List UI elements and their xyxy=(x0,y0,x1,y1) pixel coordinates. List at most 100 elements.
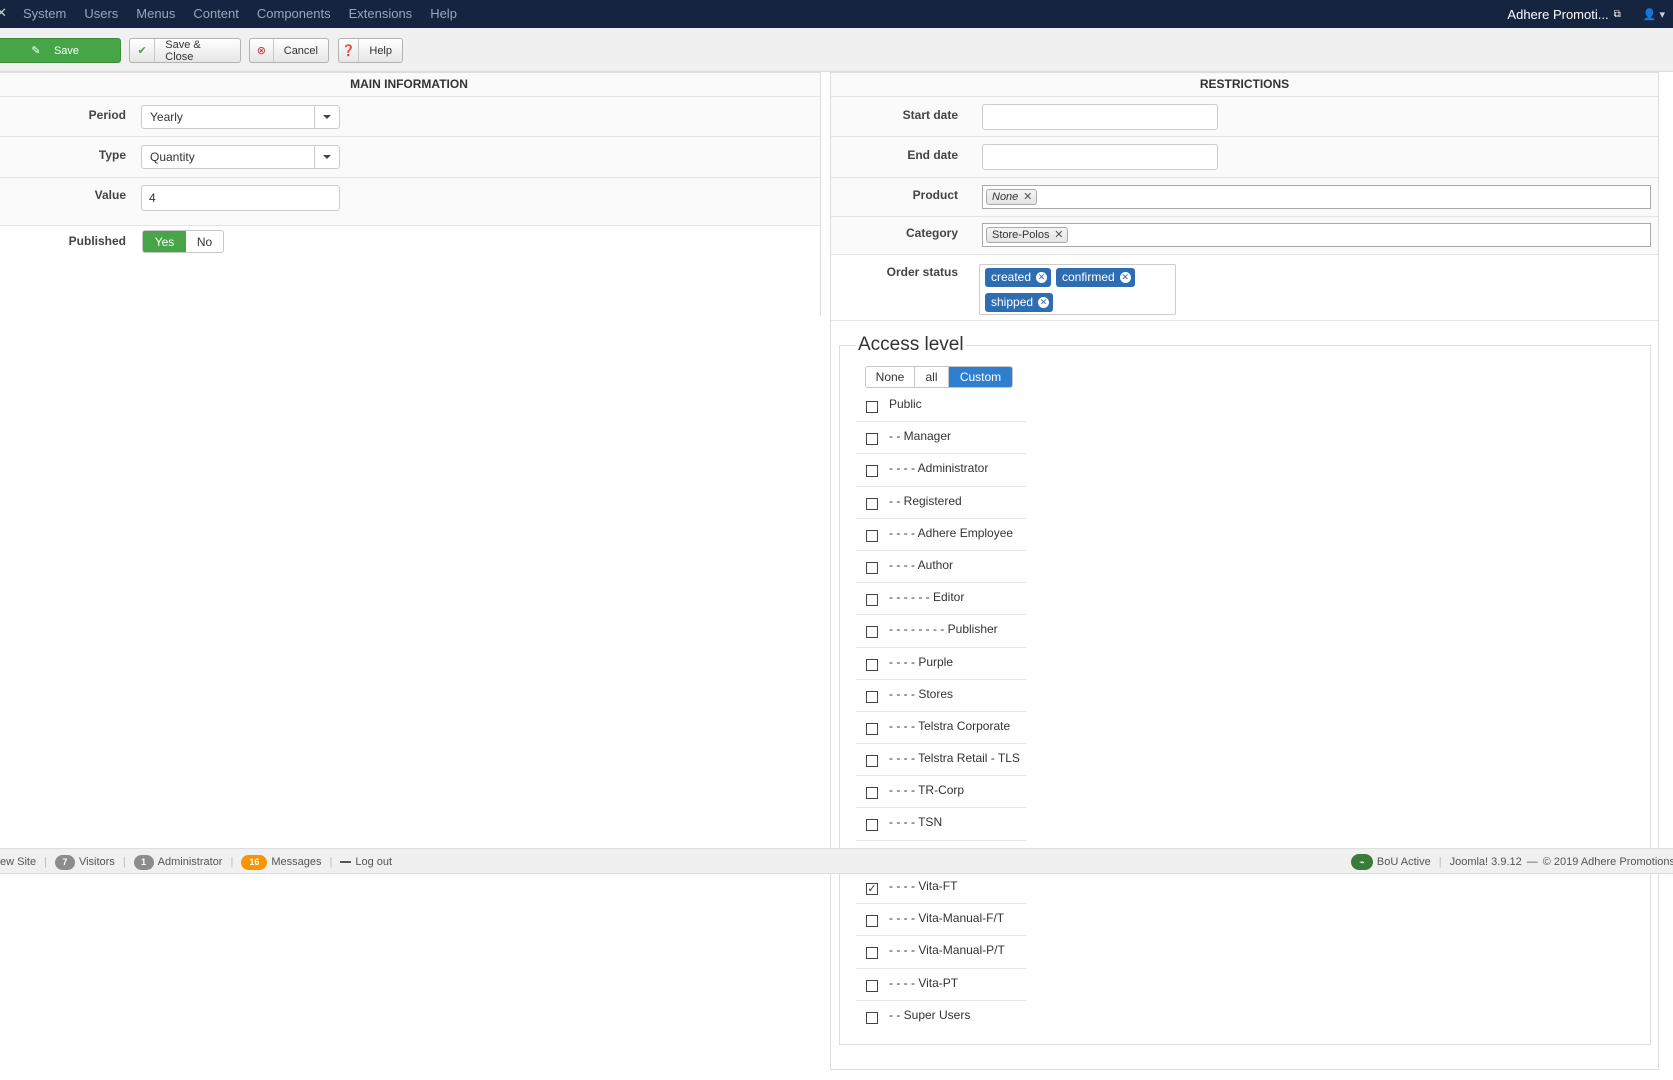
category-chip-label: Store-Polos xyxy=(992,229,1050,241)
group-checkbox[interactable] xyxy=(866,401,878,413)
group-checkbox[interactable] xyxy=(866,915,878,928)
access-all-button[interactable]: all xyxy=(915,367,949,387)
save-label: Save xyxy=(53,44,80,57)
category-multiselect[interactable]: Store-Polos ✕ xyxy=(982,223,1651,247)
external-link-icon[interactable]: ⧉ xyxy=(1614,9,1621,20)
group-label: - - - - Purple xyxy=(889,654,954,669)
group-label: - - - - Vita-Manual-P/T xyxy=(889,943,1005,958)
product-chip[interactable]: None ✕ xyxy=(986,189,1038,205)
group-label: - - - - Telstra Corporate xyxy=(889,718,1011,733)
end-date-input[interactable] xyxy=(982,144,1218,170)
remove-chip-icon[interactable]: ✕ xyxy=(1038,297,1050,308)
list-item: Public xyxy=(856,390,1026,423)
group-label: - - - - Vita-Manual-F/T xyxy=(889,911,1005,926)
list-item: - - - - TSN xyxy=(856,808,1026,841)
group-checkbox[interactable] xyxy=(866,433,878,446)
joomla-logo-icon[interactable]: ✕ xyxy=(0,5,7,21)
divider: | xyxy=(1438,856,1442,868)
period-select[interactable]: Yearly xyxy=(141,105,340,129)
group-label: - - Manager xyxy=(889,429,952,444)
messages-link[interactable]: 16 Messages xyxy=(241,854,322,870)
menu-help[interactable]: Help xyxy=(430,0,457,28)
remove-chip-icon[interactable]: ✕ xyxy=(1023,190,1032,204)
group-checkbox[interactable] xyxy=(866,465,878,478)
view-site-link[interactable]: ew Site xyxy=(0,856,36,868)
remove-chip-icon[interactable]: ✕ xyxy=(1054,228,1063,242)
group-checkbox[interactable] xyxy=(866,947,878,960)
bou-active-label: BoU Active xyxy=(1376,856,1431,868)
group-label: - - - - Author xyxy=(889,557,954,572)
toolbar: ✎ Save ✔ Save & Close ⊗ Cancel ❓ Help xyxy=(0,28,1673,72)
save-button[interactable]: ✎ Save xyxy=(0,38,121,63)
group-label: - - - - Administrator xyxy=(889,461,989,476)
user-icon[interactable]: 👤 ▾ xyxy=(1643,8,1665,21)
group-label: - - - - - - - - Publisher xyxy=(889,622,998,637)
group-checkbox[interactable] xyxy=(866,690,878,703)
divider: | xyxy=(230,856,234,868)
status-bar-right: ⌁ BoU Active | Joomla! 3.9.12 — © 2019 Ad… xyxy=(1350,849,1673,875)
list-item: - - - - - - Editor xyxy=(856,583,1026,616)
menu-system[interactable]: System xyxy=(23,0,66,28)
group-checkbox[interactable] xyxy=(866,658,878,671)
chevron-down-icon xyxy=(314,106,339,128)
cancel-button[interactable]: ⊗ Cancel xyxy=(249,38,329,63)
list-item: - - - - Stores xyxy=(856,680,1026,712)
group-checkbox[interactable] xyxy=(866,529,878,542)
site-name-link[interactable]: Adhere Promoti... xyxy=(1507,7,1608,22)
published-label: Published xyxy=(68,234,126,248)
group-checkbox[interactable] xyxy=(866,594,878,607)
group-checkbox-checked[interactable]: ✓ xyxy=(866,883,878,895)
end-date-row: End date xyxy=(831,137,1658,178)
group-checkbox[interactable] xyxy=(866,1011,878,1024)
period-row: Period Yearly xyxy=(0,97,820,137)
published-toggle[interactable]: Yes No xyxy=(142,230,224,253)
remove-chip-icon[interactable]: ✕ xyxy=(1036,272,1048,283)
group-checkbox[interactable] xyxy=(866,787,878,800)
help-button[interactable]: ❓ Help xyxy=(338,38,403,63)
order-status-chip[interactable]: confirmed ✕ xyxy=(1056,268,1135,287)
minus-icon xyxy=(340,861,352,864)
order-status-chip[interactable]: created ✕ xyxy=(985,268,1052,287)
order-status-multiselect[interactable]: created ✕ confirmed ✕ shipped ✕ xyxy=(979,264,1176,315)
menu-extensions[interactable]: Extensions xyxy=(349,0,413,28)
access-level-selector[interactable]: None all Custom xyxy=(865,366,1013,388)
menu-menus[interactable]: Menus xyxy=(136,0,175,28)
group-checkbox[interactable] xyxy=(866,497,878,510)
published-no-button[interactable]: No xyxy=(186,231,223,252)
product-multiselect[interactable]: None ✕ xyxy=(982,185,1651,209)
value-input[interactable]: 4 xyxy=(141,185,340,211)
menu-components[interactable]: Components xyxy=(257,0,331,28)
order-status-chip-label: confirmed xyxy=(1062,270,1115,284)
restrictions-title: RESTRICTIONS xyxy=(831,73,1658,97)
group-checkbox[interactable] xyxy=(866,722,878,735)
save-close-button[interactable]: ✔ Save & Close xyxy=(129,38,241,63)
list-item: - - - - Adhere Employee xyxy=(856,519,1026,551)
group-checkbox[interactable] xyxy=(866,819,878,832)
group-checkbox[interactable] xyxy=(866,979,878,992)
messages-label: Messages xyxy=(271,855,322,868)
logout-link[interactable]: Log out xyxy=(340,856,392,868)
category-label: Category xyxy=(905,226,958,240)
published-yes-button[interactable]: Yes xyxy=(143,231,186,252)
category-chip[interactable]: Store-Polos ✕ xyxy=(986,227,1069,243)
list-item: - - - - Vita-PT xyxy=(856,969,1026,1001)
administrator-link[interactable]: 1 Administrator xyxy=(133,854,222,870)
menu-content[interactable]: Content xyxy=(193,0,239,28)
group-checkbox[interactable] xyxy=(866,561,878,574)
group-checkbox[interactable] xyxy=(866,626,878,639)
access-custom-button[interactable]: Custom xyxy=(949,367,1012,387)
type-select[interactable]: Quantity xyxy=(141,145,340,169)
main-information-title: MAIN INFORMATION xyxy=(0,73,820,97)
order-status-chip[interactable]: shipped ✕ xyxy=(985,293,1054,312)
bou-active-link[interactable]: ⌁ BoU Active xyxy=(1350,854,1431,870)
remove-chip-icon[interactable]: ✕ xyxy=(1119,272,1131,283)
start-date-input[interactable] xyxy=(982,104,1218,130)
group-checkbox[interactable] xyxy=(866,755,878,768)
period-value: Yearly xyxy=(150,110,183,124)
access-none-button[interactable]: None xyxy=(866,367,915,387)
list-item: - - - - Purple xyxy=(856,648,1026,680)
product-chip-label: None xyxy=(992,191,1019,203)
visitors-link[interactable]: 7 Visitors xyxy=(54,854,115,870)
order-status-row: Order status created ✕ confirmed ✕ shipp… xyxy=(831,255,1658,321)
menu-users[interactable]: Users xyxy=(84,0,118,28)
